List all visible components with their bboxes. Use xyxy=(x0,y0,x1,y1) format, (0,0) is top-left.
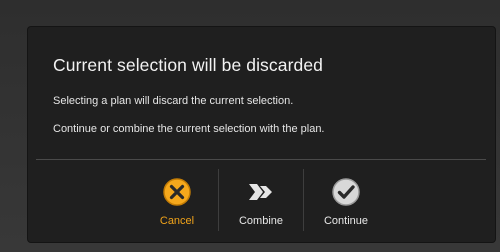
combine-button[interactable]: Combine xyxy=(228,167,294,233)
dialog-message-discard: Selecting a plan will discard the curren… xyxy=(53,95,294,107)
dialog-divider xyxy=(36,159,486,160)
cancel-button[interactable]: Cancel xyxy=(148,167,206,233)
dialog-actions: Cancel Combine Continue xyxy=(28,167,495,235)
combine-label: Combine xyxy=(238,215,284,227)
action-separator xyxy=(218,169,219,231)
action-separator xyxy=(303,169,304,231)
close-circle-icon xyxy=(163,178,191,206)
merge-arrow-icon xyxy=(249,184,272,200)
cancel-label: Cancel xyxy=(159,215,195,227)
check-circle-icon xyxy=(332,178,360,206)
continue-label: Continue xyxy=(323,215,369,227)
dialog-title: Current selection will be discarded xyxy=(53,55,324,75)
dialog-message-combine: Continue or combine the current selectio… xyxy=(53,123,325,135)
continue-button[interactable]: Continue xyxy=(313,167,379,233)
discard-selection-dialog: Current selection will be discarded Sele… xyxy=(28,27,495,242)
